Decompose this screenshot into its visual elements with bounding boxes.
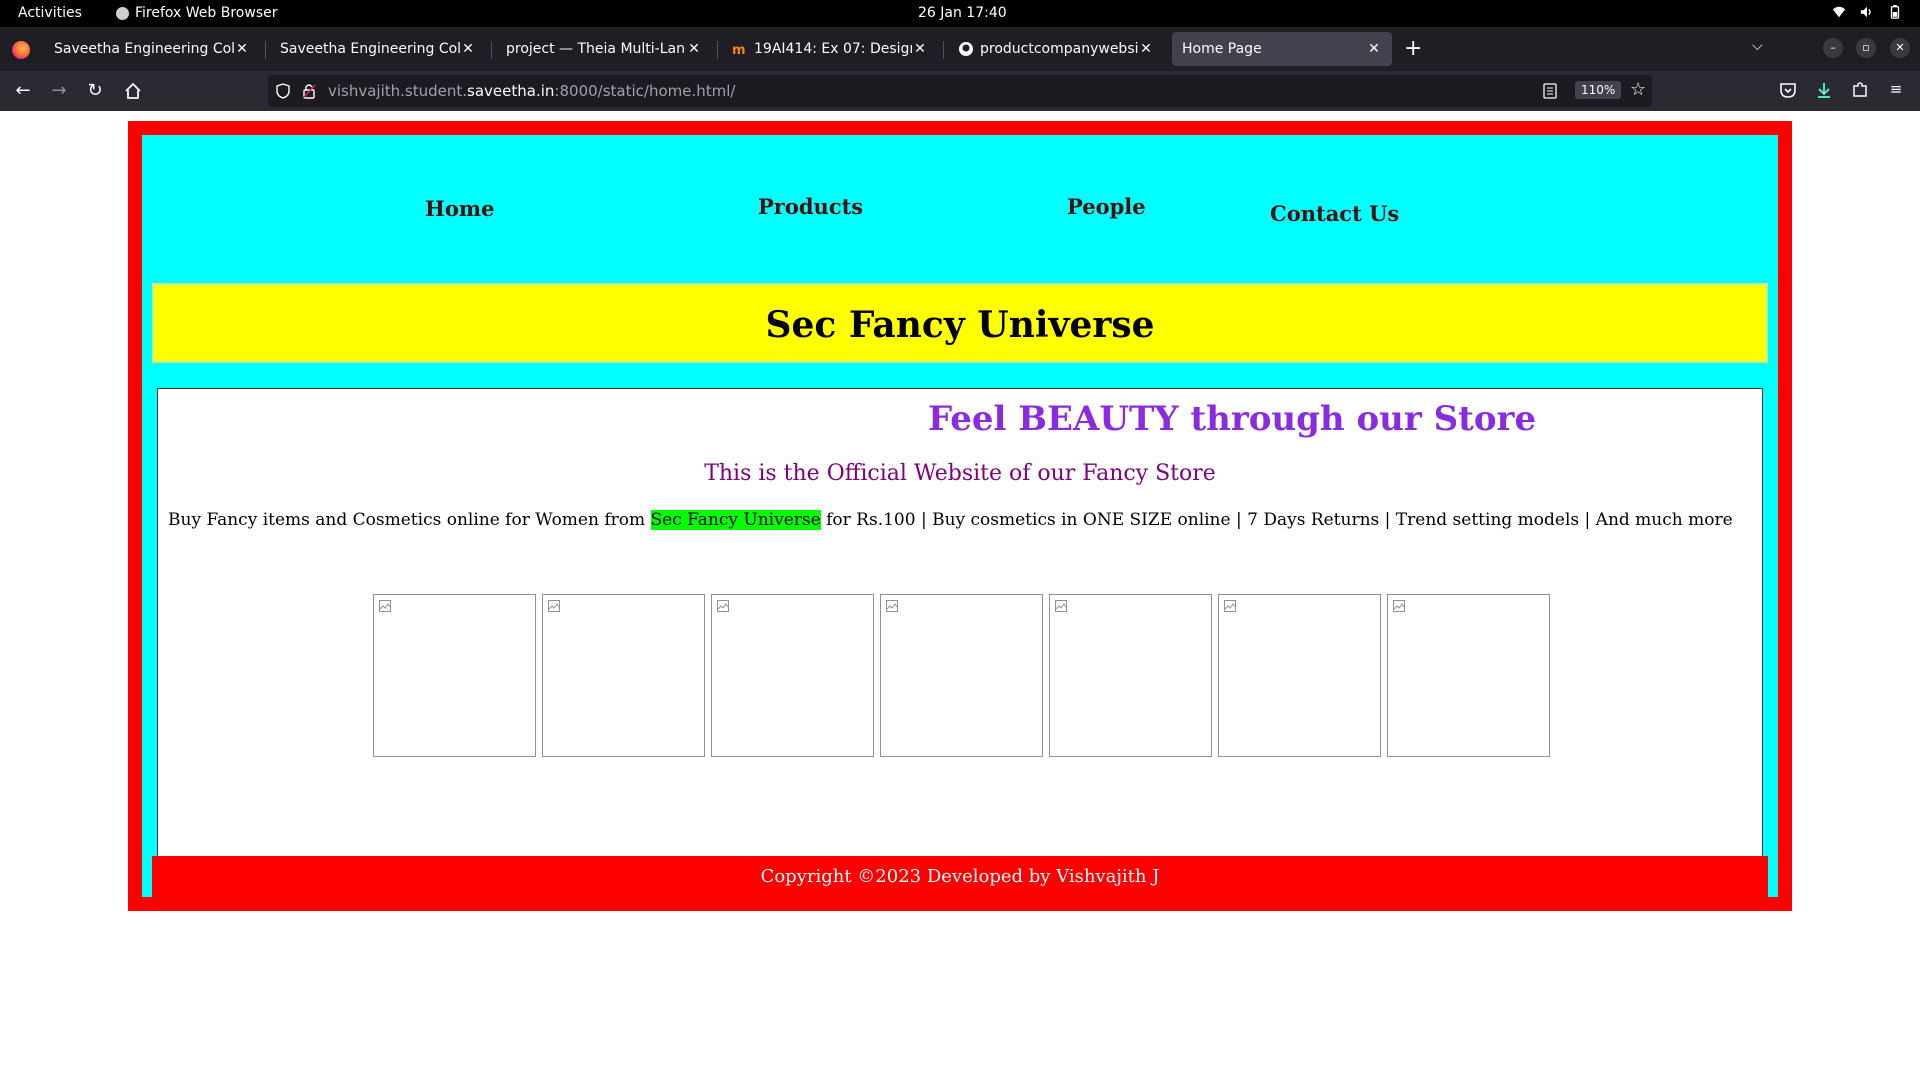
tab-label: productcompanywebsite <box>980 41 1138 57</box>
volume-icon <box>1860 6 1871 18</box>
highlighted-brand: Sec Fancy Universe <box>650 510 821 530</box>
broken-image-icon <box>1393 600 1405 612</box>
main-content: Feel BEAUTY through our Store This is th… <box>157 388 1763 858</box>
github-favicon-icon <box>959 42 973 56</box>
hamburger-menu-icon[interactable]: ≡ <box>1886 80 1906 100</box>
close-tab-icon[interactable]: ✕ <box>234 41 250 57</box>
bookmark-star-icon[interactable]: ☆ <box>1630 79 1646 100</box>
product-image-broken[interactable] <box>711 594 874 757</box>
app-menu[interactable]: Firefox Web Browser <box>116 5 278 21</box>
restore-window-icon[interactable]: ▫ <box>1856 38 1876 58</box>
broken-image-icon <box>1224 600 1236 612</box>
page-frame: Home Products People Contact Us Sec Fanc… <box>128 121 1792 911</box>
app-name: Firefox Web Browser <box>135 5 278 21</box>
url-path: :8000/static/home.html/ <box>554 82 736 100</box>
new-tab-button[interactable]: + <box>1404 36 1422 61</box>
description-rest: for Rs.100 | Buy cosmetics in ONE SIZE o… <box>820 510 1733 530</box>
pocket-icon[interactable] <box>1778 80 1798 100</box>
system-top-bar: Activities Firefox Web Browser 26 Jan 17… <box>0 0 1920 27</box>
back-arrow-icon[interactable]: ← <box>12 80 34 102</box>
url-subdomain: vishvajith.student. <box>328 82 468 100</box>
svg-text:m: m <box>732 43 746 57</box>
site-title: Sec Fancy Universe <box>765 304 1155 346</box>
minimize-window-icon[interactable]: – <box>1823 38 1843 58</box>
product-image-broken[interactable] <box>1218 594 1381 757</box>
close-tab-icon[interactable]: ✕ <box>1366 41 1382 57</box>
tab-separator <box>265 41 266 59</box>
subtitle-text: This is the Official Website of our Fanc… <box>704 461 1216 486</box>
close-tab-icon[interactable]: ✕ <box>1138 41 1154 57</box>
product-image-broken[interactable] <box>1387 594 1550 757</box>
title-banner: Sec Fancy Universe <box>152 283 1768 363</box>
wifi-icon <box>1832 6 1846 18</box>
reader-view-icon[interactable] <box>1542 83 1558 99</box>
broken-image-icon <box>1055 600 1067 612</box>
forward-arrow-icon[interactable]: → <box>48 80 70 102</box>
nav-people-link[interactable]: People <box>1067 194 1146 219</box>
description-paragraph: Buy Fancy items and Cosmetics online for… <box>168 509 1738 531</box>
activities-button[interactable]: Activities <box>18 5 82 21</box>
battery-icon <box>1890 5 1900 19</box>
page-footer: Copyright ©2023 Developed by Vishvajith … <box>152 856 1768 898</box>
product-image-broken[interactable] <box>880 594 1043 757</box>
tab-label: 19AI414: Ex 07: Design a <box>754 41 912 57</box>
broken-image-icon <box>548 600 560 612</box>
clock[interactable]: 26 Jan 17:40 <box>918 5 1007 21</box>
tab-github-repo[interactable]: productcompanywebsite ✕ <box>948 32 1164 66</box>
close-window-icon[interactable]: ✕ <box>1890 38 1910 58</box>
extensions-puzzle-icon[interactable] <box>1850 80 1870 100</box>
list-all-tabs-chevron-icon[interactable]: ⌵ <box>1752 38 1763 54</box>
tab-strip: Saveetha Engineering Colleg ✕ Saveetha E… <box>0 27 1920 71</box>
moodle-favicon-icon: m <box>732 43 746 57</box>
broken-image-icon <box>717 600 729 612</box>
product-image-broken[interactable] <box>373 594 536 757</box>
tab-label: Saveetha Engineering Colleg <box>54 41 234 57</box>
tracking-protection-shield-icon[interactable] <box>276 83 290 99</box>
tab-moodle-exercise[interactable]: m 19AI414: Ex 07: Design a ✕ <box>722 32 938 66</box>
downloads-icon[interactable] <box>1814 80 1834 100</box>
close-tab-icon[interactable]: ✕ <box>686 41 702 57</box>
reload-icon[interactable]: ↻ <box>84 80 106 102</box>
nav-home-link[interactable]: Home <box>425 196 494 221</box>
tagline-heading: Feel BEAUTY through our Store <box>928 399 1537 439</box>
tab-separator <box>491 41 492 59</box>
insecure-lock-icon[interactable] <box>302 83 316 99</box>
close-tab-icon[interactable]: ✕ <box>460 41 476 57</box>
tab-home-page[interactable]: Home Page ✕ <box>1172 32 1392 66</box>
navigation-toolbar: ← → ↻ vishvajith.student.saveetha.in:800… <box>0 71 1920 111</box>
home-icon[interactable] <box>122 80 144 102</box>
tab-saveetha-1[interactable]: Saveetha Engineering Colleg ✕ <box>44 32 260 66</box>
tab-label: project — Theia Multi-Langu <box>506 41 686 57</box>
product-image-broken[interactable] <box>542 594 705 757</box>
tab-separator <box>717 41 718 59</box>
tab-label: Home Page <box>1182 41 1262 57</box>
description-intro: Buy Fancy items and Cosmetics online for… <box>168 510 651 530</box>
tab-theia-project[interactable]: project — Theia Multi-Langu ✕ <box>496 32 712 66</box>
firefox-logo-icon <box>12 41 30 59</box>
tab-label: Saveetha Engineering Colleg <box>280 41 460 57</box>
nav-contact-link[interactable]: Contact Us <box>1270 201 1399 226</box>
close-tab-icon[interactable]: ✕ <box>912 41 928 57</box>
tab-separator <box>943 41 944 59</box>
broken-image-icon <box>379 600 391 612</box>
product-image-broken[interactable] <box>1049 594 1212 757</box>
product-gallery <box>373 594 1550 757</box>
url-bar[interactable]: vishvajith.student.saveetha.in:8000/stat… <box>268 75 1652 107</box>
url-domain: saveetha.in <box>467 82 555 100</box>
system-tray[interactable] <box>1832 4 1902 20</box>
nav-products-link[interactable]: Products <box>758 194 863 219</box>
firefox-app-icon <box>116 6 129 20</box>
url-text[interactable]: vishvajith.student.saveetha.in:8000/stat… <box>328 82 735 100</box>
broken-image-icon <box>886 600 898 612</box>
page-viewport: Home Products People Contact Us Sec Fanc… <box>0 111 1920 1080</box>
tab-saveetha-2[interactable]: Saveetha Engineering Colleg ✕ <box>270 32 486 66</box>
zoom-level-button[interactable]: 110% <box>1575 81 1622 99</box>
